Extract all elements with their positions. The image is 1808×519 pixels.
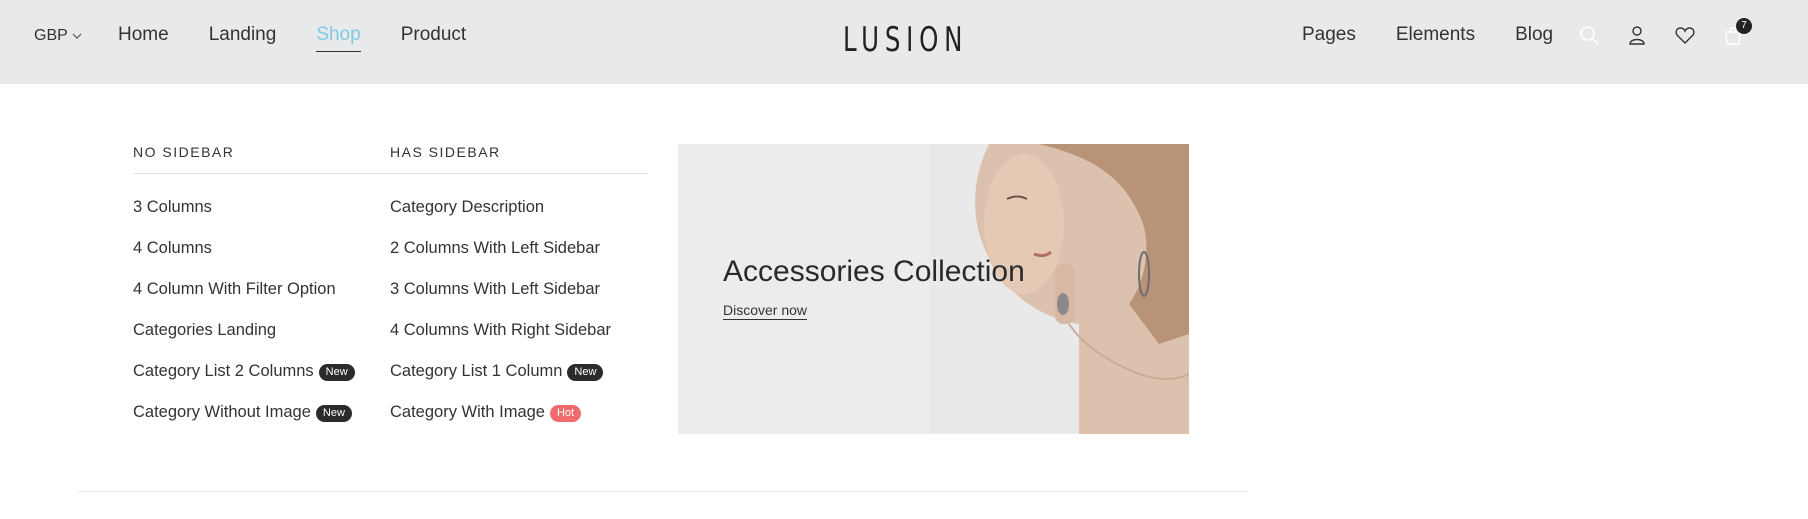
- menu-list-no-sidebar: 3 Columns 4 Columns 4 Column With Filter…: [133, 198, 355, 444]
- menu-item[interactable]: 4 Columns With Right Sidebar: [390, 321, 611, 362]
- menu-item-label: 3 Columns With Left Sidebar: [390, 280, 601, 298]
- column-divider: [133, 173, 648, 174]
- nav-product[interactable]: Product: [401, 24, 466, 52]
- currency-selector[interactable]: GBP: [34, 27, 82, 45]
- discover-now-link[interactable]: Discover now: [723, 302, 808, 320]
- model-portrait-image: [929, 144, 1189, 434]
- main-nav-right: Pages Elements Blog: [1302, 24, 1553, 51]
- new-badge: New: [318, 364, 355, 381]
- menu-item[interactable]: 2 Columns With Left Sidebar: [390, 239, 611, 280]
- menu-item-label: Category List 2 Columns: [133, 362, 314, 380]
- site-header: GBP Home Landing Shop Product LUSION Pag…: [0, 0, 1808, 84]
- site-logo[interactable]: LUSION: [843, 20, 968, 60]
- main-nav-left: Home Landing Shop Product: [118, 24, 466, 52]
- column-heading-has-sidebar: HAS SIDEBAR: [390, 144, 501, 160]
- menu-item-label: 4 Columns With Right Sidebar: [390, 321, 612, 339]
- nav-elements[interactable]: Elements: [1396, 24, 1475, 51]
- menu-item[interactable]: 3 Columns: [133, 198, 355, 239]
- nav-pages[interactable]: Pages: [1302, 24, 1356, 51]
- accessories-banner[interactable]: Accessories Collection Discover now: [678, 144, 1189, 434]
- nav-blog[interactable]: Blog: [1515, 24, 1553, 51]
- menu-item[interactable]: Category List 2 Columns New: [133, 362, 355, 403]
- nav-home[interactable]: Home: [118, 24, 169, 52]
- banner-title: Accessories Collection: [723, 255, 1025, 288]
- menu-item-label: Category Without Image: [133, 403, 311, 421]
- cart-icon[interactable]: 7: [1722, 18, 1752, 46]
- menu-item[interactable]: Category Without Image New: [133, 403, 355, 444]
- search-icon[interactable]: [1578, 24, 1600, 46]
- menu-item-label: Category Description: [390, 198, 545, 216]
- menu-item-label: 4 Column With Filter Option: [133, 280, 336, 298]
- menu-item[interactable]: 3 Columns With Left Sidebar: [390, 280, 611, 321]
- chevron-down-icon: [72, 33, 82, 39]
- menu-item-label: Category With Image: [390, 403, 545, 421]
- menu-list-has-sidebar: Category Description 2 Columns With Left…: [390, 198, 611, 444]
- cart-count-badge: 7: [1736, 18, 1752, 34]
- nav-landing[interactable]: Landing: [209, 24, 277, 52]
- header-icons: 7: [1578, 18, 1752, 46]
- menu-item-label: 3 Columns: [133, 198, 212, 216]
- menu-item-label: Categories Landing: [133, 321, 277, 339]
- nav-shop[interactable]: Shop: [316, 24, 361, 52]
- menu-item-label: 2 Columns With Left Sidebar: [390, 239, 601, 257]
- new-badge: New: [315, 405, 352, 422]
- menu-item-label: 4 Columns: [133, 239, 212, 257]
- user-icon[interactable]: [1626, 24, 1648, 46]
- menu-item[interactable]: Category List 1 Column New: [390, 362, 611, 403]
- hot-badge: Hot: [549, 405, 582, 422]
- mega-menu-bottom-border: [78, 491, 1248, 492]
- heart-icon[interactable]: [1674, 24, 1696, 46]
- new-badge: New: [567, 364, 604, 381]
- menu-item[interactable]: Category With Image Hot: [390, 403, 611, 444]
- currency-label: GBP: [34, 27, 68, 44]
- menu-item[interactable]: Categories Landing: [133, 321, 355, 362]
- shop-mega-menu: NO SIDEBAR HAS SIDEBAR 3 Columns 4 Colum…: [78, 84, 1248, 492]
- menu-item[interactable]: 4 Column With Filter Option: [133, 280, 355, 321]
- menu-item-label: Category List 1 Column: [390, 362, 563, 380]
- column-heading-no-sidebar: NO SIDEBAR: [133, 144, 235, 160]
- menu-item[interactable]: 4 Columns: [133, 239, 355, 280]
- menu-item[interactable]: Category Description: [390, 198, 611, 239]
